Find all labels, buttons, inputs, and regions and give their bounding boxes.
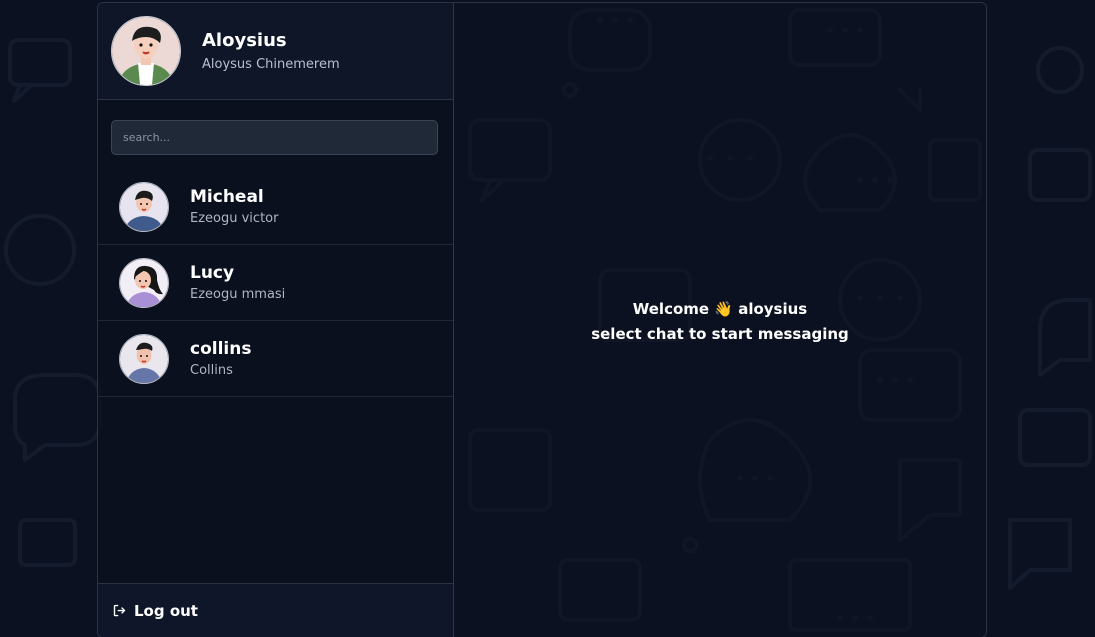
male-avatar-icon xyxy=(120,334,168,383)
profile-username: Aloysius xyxy=(202,30,287,51)
contact-subtitle: Ezeogu victor xyxy=(190,211,279,226)
current-user-profile: Aloysius Aloysus Chinemerem xyxy=(98,3,453,100)
contact-subtitle: Ezeogu mmasi xyxy=(190,287,286,302)
logout-label: Log out xyxy=(134,601,198,620)
avatar xyxy=(119,257,169,308)
welcome-line: Welcome 👋 aloysius xyxy=(632,300,808,318)
contact-item-lucy[interactable]: Lucy Ezeogu mmasi xyxy=(98,245,453,321)
logout-icon xyxy=(113,604,126,617)
search-container xyxy=(98,100,453,155)
chat-app-window: Aloysius Aloysus Chinemerem search... Mi… xyxy=(97,2,987,637)
avatar xyxy=(119,181,169,232)
contact-text: Lucy Ezeogu mmasi xyxy=(190,263,285,302)
female-avatar-icon xyxy=(120,258,168,307)
page: Aloysius Aloysus Chinemerem search... Mi… xyxy=(0,0,1095,637)
contact-item-micheal[interactable]: Micheal Ezeogu victor xyxy=(98,169,453,245)
profile-text: Aloysius Aloysus Chinemerem xyxy=(202,30,340,72)
sidebar: Aloysius Aloysus Chinemerem search... Mi… xyxy=(98,3,454,637)
welcome-prompt: select chat to start messaging xyxy=(591,325,849,343)
welcome-message: Welcome 👋 aloysius select chat to start … xyxy=(591,297,849,347)
male-avatar-icon xyxy=(120,182,168,231)
profile-full-name: Aloysus Chinemerem xyxy=(202,57,340,72)
contact-subtitle: Collins xyxy=(190,363,233,378)
avatar xyxy=(119,333,169,384)
contact-list: Micheal Ezeogu victor Lucy Ezeogu mmasi … xyxy=(98,169,453,397)
contact-text: collins Collins xyxy=(190,339,251,378)
search-input[interactable] xyxy=(111,120,438,155)
contact-name: collins xyxy=(190,339,252,359)
avatar[interactable] xyxy=(111,16,181,86)
chat-main-area: Welcome 👋 aloysius select chat to start … xyxy=(454,3,986,637)
user-avatar-icon xyxy=(112,17,180,85)
logout-button[interactable]: Log out xyxy=(98,583,453,637)
contact-item-collins[interactable]: collins Collins xyxy=(98,321,453,397)
contact-name: Lucy xyxy=(190,263,235,283)
contact-text: Micheal Ezeogu victor xyxy=(190,187,278,226)
contact-name: Micheal xyxy=(190,187,264,207)
